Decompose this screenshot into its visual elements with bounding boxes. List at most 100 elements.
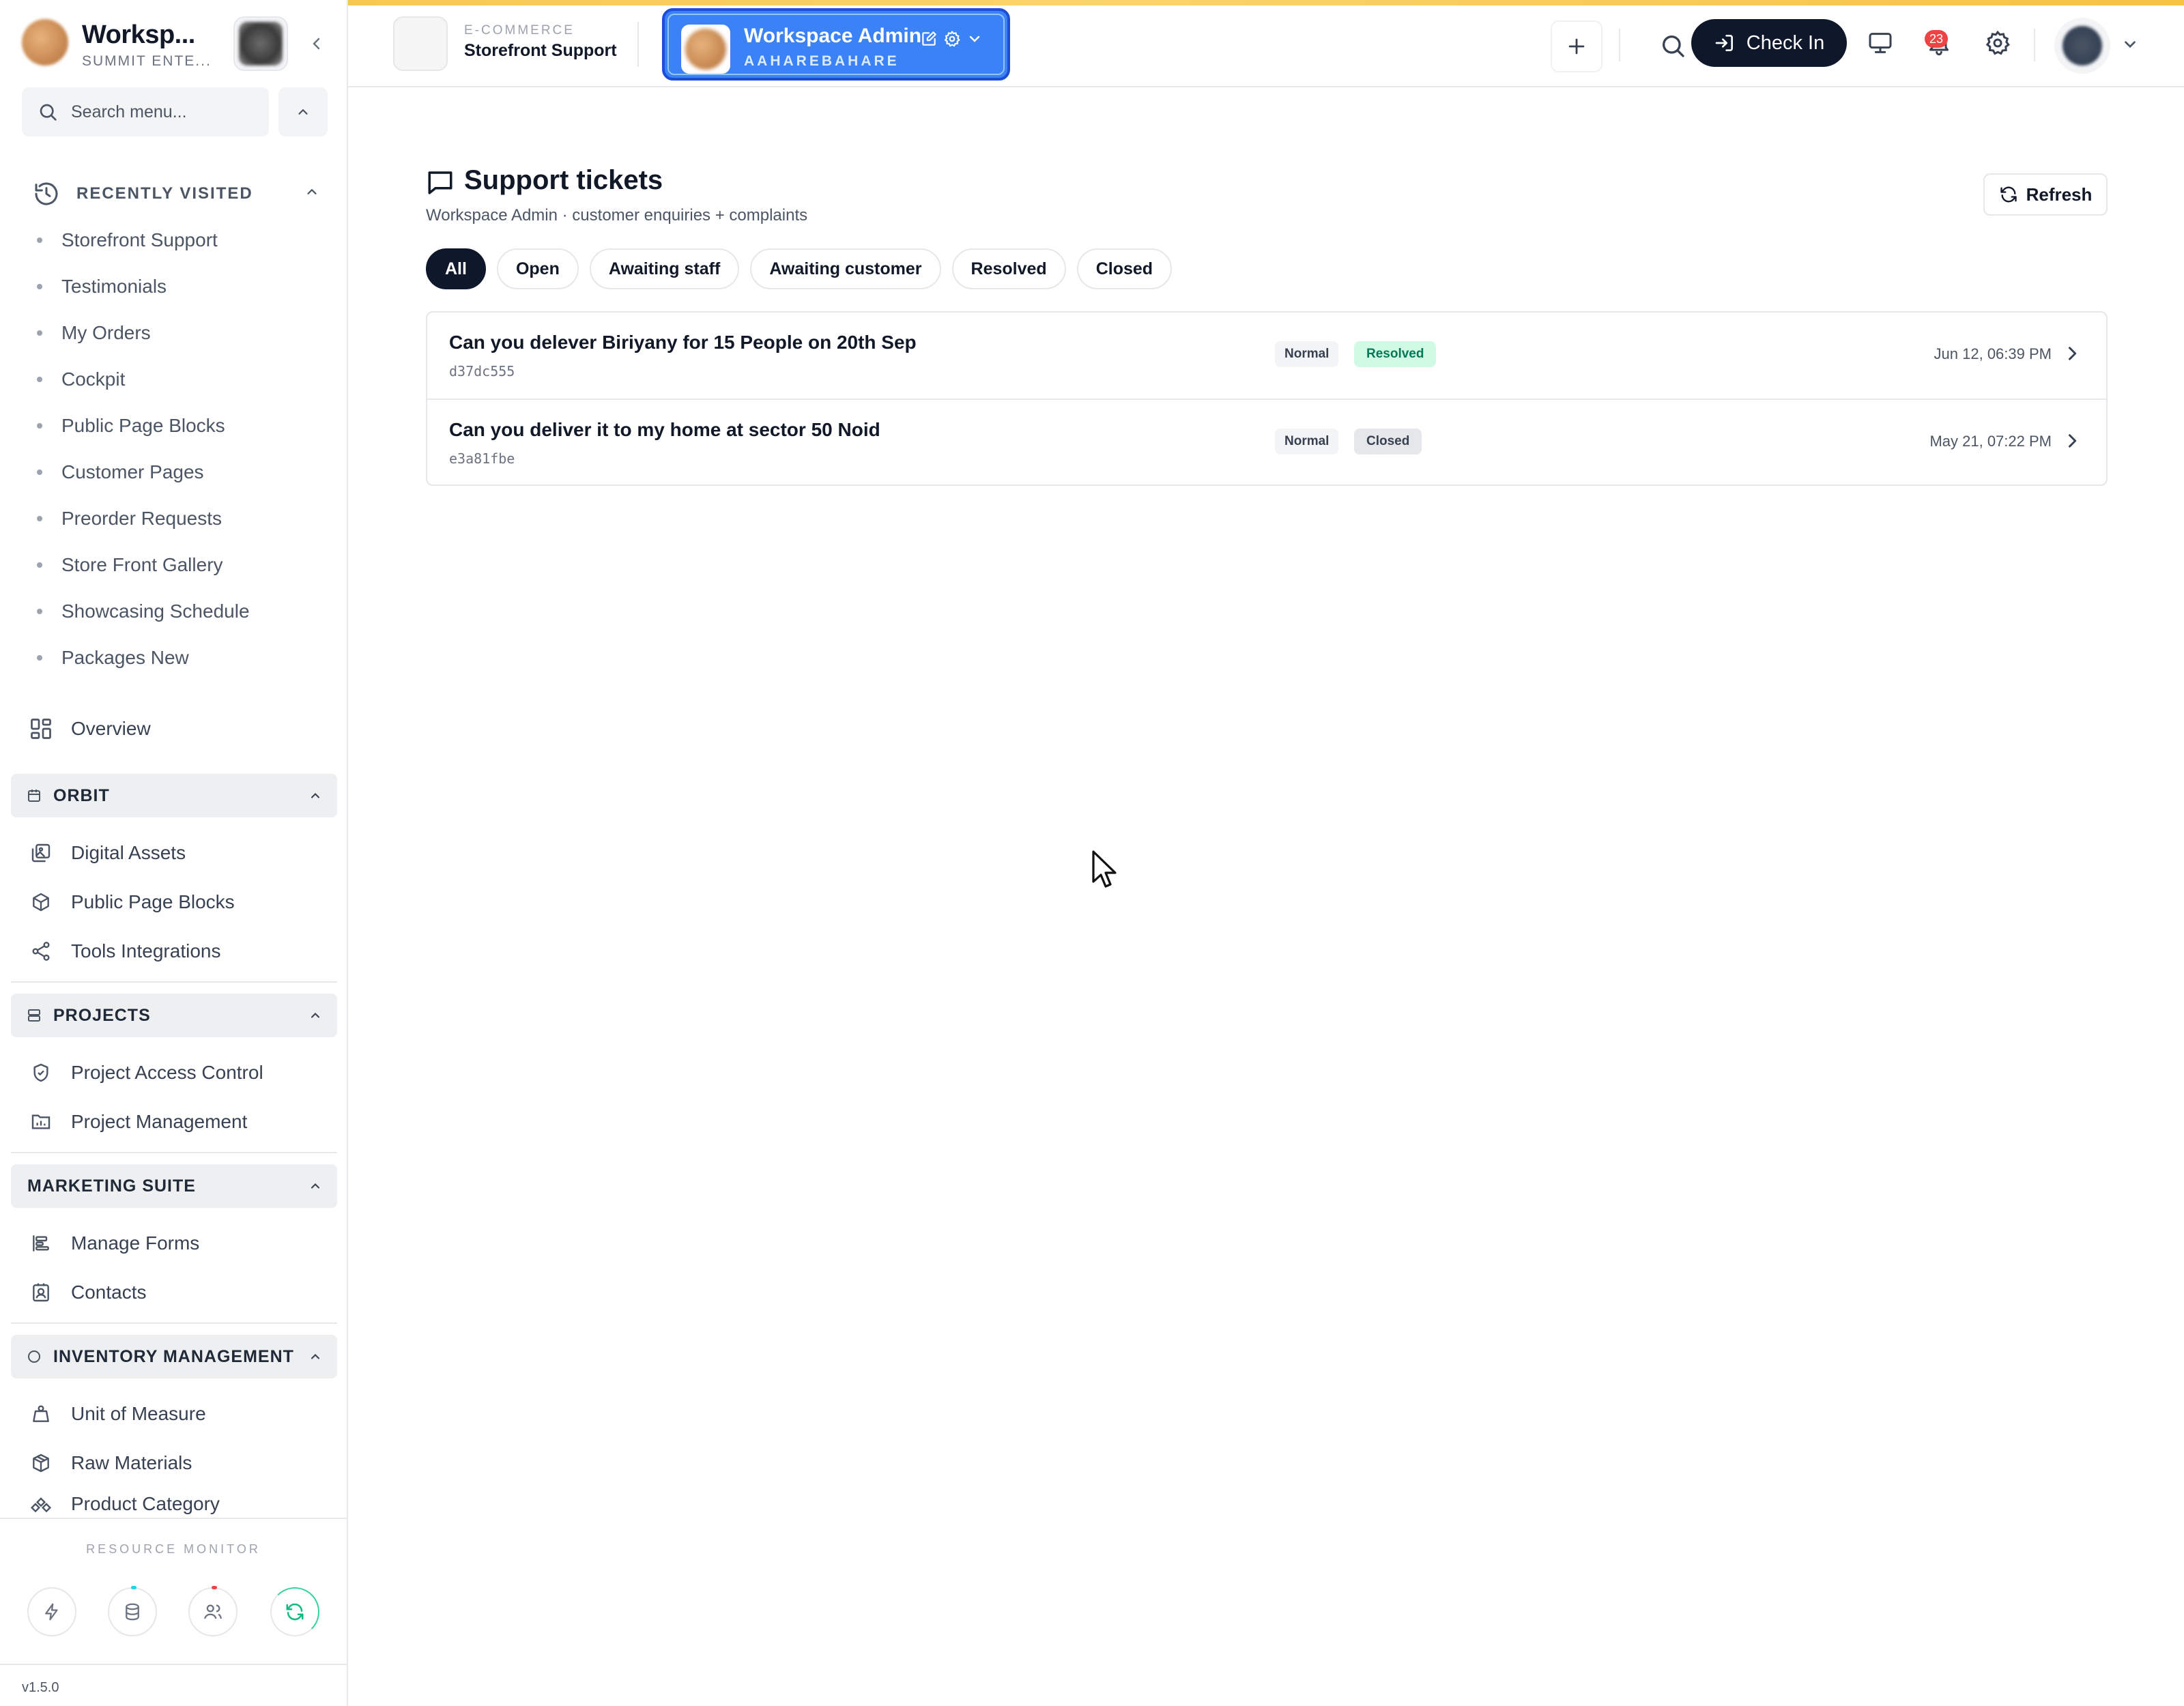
sidebar-header: Worksp... SUMMIT ENTE... [0,0,347,87]
sidebar-item-tools-integrations[interactable]: Tools Integrations [27,932,328,970]
recent-item-label: Storefront Support [61,229,218,250]
section-header-inventory-management[interactable]: INVENTORY MANAGEMENT [11,1335,337,1378]
chevron-right-icon [2069,434,2077,448]
chevron-up-icon [298,109,308,115]
bullet [37,237,42,243]
bullet [37,655,42,661]
sidebar-item-raw-materials[interactable]: Raw Materials [27,1444,328,1482]
sidebar-item-unit-of-measure[interactable]: Unit of Measure [27,1395,328,1433]
resource-monitor-label: RESOURCE MONITOR [86,1542,261,1556]
status-badge: Closed [1354,429,1422,454]
divider [2034,29,2035,61]
menu-search-input[interactable] [71,100,262,124]
refresh-button[interactable]: Refresh [1983,173,2108,216]
resource-users-button[interactable] [188,1586,238,1636]
grid-icon [27,715,55,742]
ticket-id: d37dc555 [449,363,515,379]
users-icon [204,1604,222,1619]
filter-awaiting-staff[interactable]: Awaiting staff [589,248,740,289]
sidebar-item-manage-forms[interactable]: Manage Forms [27,1224,328,1262]
sidebar-item-label: Overview [71,718,151,739]
recently-visited-header[interactable]: RECENTLY VISITED [33,179,319,209]
edit-icon[interactable] [920,30,938,48]
recent-item[interactable]: Storefront Support [33,217,319,263]
recent-item-label: Customer Pages [61,461,204,482]
recent-item[interactable]: Public Page Blocks [33,403,319,449]
workspace-switcher[interactable]: Workspace Admin AAHAREBAHARE [662,8,1010,81]
sidebar-item-product-category[interactable]: Product Category [27,1493,328,1518]
recent-item[interactable]: My Orders [33,310,319,356]
recent-item-label: Showcasing Schedule [61,601,250,622]
bullet [37,516,42,521]
app-icon[interactable] [393,16,448,71]
recent-item-label: Store Front Gallery [61,554,223,575]
display-mode-button[interactable] [1863,26,1897,60]
filter-resolved[interactable]: Resolved [951,248,1066,289]
section-title: INVENTORY MANAGEMENT [53,1347,294,1366]
sidebar-item-public-page-blocks[interactable]: Public Page Blocks [27,883,328,921]
sidebar-item-label: Contacts [71,1282,147,1303]
workspace-switcher-name: Workspace Admin [744,25,922,47]
app-name[interactable]: Storefront Support [464,41,617,61]
history-icon [35,182,58,205]
workspace-logo[interactable] [22,19,68,66]
workspace-name[interactable]: Worksp... [82,20,195,50]
recent-item[interactable]: Store Front Gallery [33,542,319,588]
check-in-button[interactable]: Check In [1691,19,1847,67]
section-header-projects[interactable]: PROJECTS [11,994,337,1037]
bullet [37,377,42,382]
sidebar-item-overview[interactable]: Overview [27,710,328,748]
chevron-down-icon[interactable] [2121,35,2139,53]
resource-database-button[interactable] [108,1586,157,1636]
chevron-up-icon [307,189,317,194]
recent-item[interactable]: Preorder Requests [33,495,319,542]
ticket-list: Can you delever Biriyany for 15 People o… [426,311,2108,486]
user-avatar-button[interactable] [2054,18,2110,74]
ticket-row[interactable]: Can you deliver it to my home at sector … [427,399,2106,485]
section-header-orbit[interactable]: ORBIT [11,774,337,818]
chevron-up-icon [311,1013,320,1018]
resource-sync-button[interactable] [270,1587,319,1636]
page-subtitle: Workspace Admin · customer enquiries + c… [426,206,808,225]
scale-icon [27,1400,55,1428]
recent-item[interactable]: Cockpit [33,356,319,403]
recent-item[interactable]: Testimonials [33,263,319,310]
ticket-date: Jun 12, 06:39 PM [1934,345,2052,362]
org-avatar-button[interactable] [233,16,288,71]
menu-search [22,87,269,136]
chevron-down-icon[interactable] [966,31,983,47]
sidebar-item-label: Tools Integrations [71,940,221,962]
filter-open[interactable]: Open [496,248,579,289]
plus-icon [1568,38,1585,55]
settings-button[interactable] [1981,26,2015,60]
section-title: ORBIT [53,786,110,805]
section-header-marketing-suite[interactable]: MARKETING SUITE [11,1164,337,1208]
ticket-row[interactable]: Can you delever Biriyany for 15 People o… [427,313,2106,399]
bullet [37,562,42,568]
filter-closed[interactable]: Closed [1076,248,1173,289]
recently-visited-label: RECENTLY VISITED [76,184,253,203]
collapse-sidebar-button[interactable] [304,31,329,56]
global-search-button[interactable] [1656,29,1690,63]
version-bar: v1.5.0 [0,1664,347,1706]
workspace-switcher-body: Workspace Admin AAHAREBAHARE [667,14,1005,75]
recent-item[interactable]: Packages New [33,635,319,681]
add-button[interactable] [1551,20,1603,72]
priority-badge: Normal [1275,341,1339,367]
gear-icon[interactable] [943,30,961,48]
sidebar-item-label: Product Category [71,1493,220,1514]
sidebar-item-project-access-control[interactable]: Project Access Control [27,1054,328,1092]
filter-all[interactable]: All [426,248,486,289]
sidebar-item-contacts[interactable]: Contacts [27,1273,328,1312]
refresh-label: Refresh [2026,184,2093,205]
resource-cpu-button[interactable] [27,1587,76,1636]
recent-item[interactable]: Showcasing Schedule [33,588,319,635]
bullet [37,609,42,614]
sidebar-item-digital-assets[interactable]: Digital Assets [27,834,328,872]
recent-item[interactable]: Customer Pages [33,449,319,495]
sidebar-item-project-management[interactable]: Project Management [27,1103,328,1141]
filter-awaiting-customer[interactable]: Awaiting customer [750,248,941,289]
align-left-icon [27,1230,55,1257]
search-collapse-button[interactable] [278,87,328,136]
refresh-icon [2000,186,2017,203]
